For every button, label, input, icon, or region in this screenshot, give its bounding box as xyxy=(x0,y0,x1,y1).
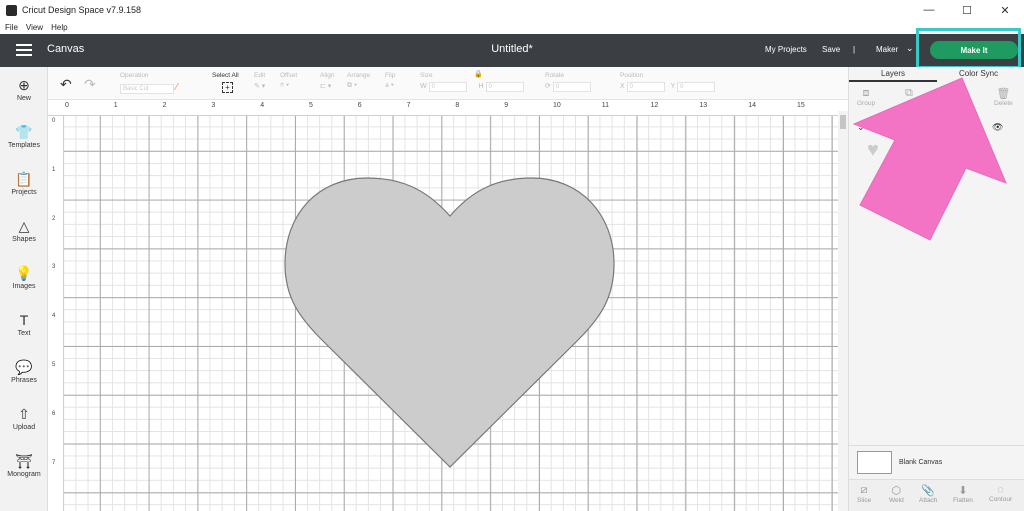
pink-arrow-shape xyxy=(852,77,1007,241)
app-window: Cricut Design Space v7.9.158 — ☐ ✕ File … xyxy=(0,0,1024,511)
pink-arrow xyxy=(852,77,1007,241)
